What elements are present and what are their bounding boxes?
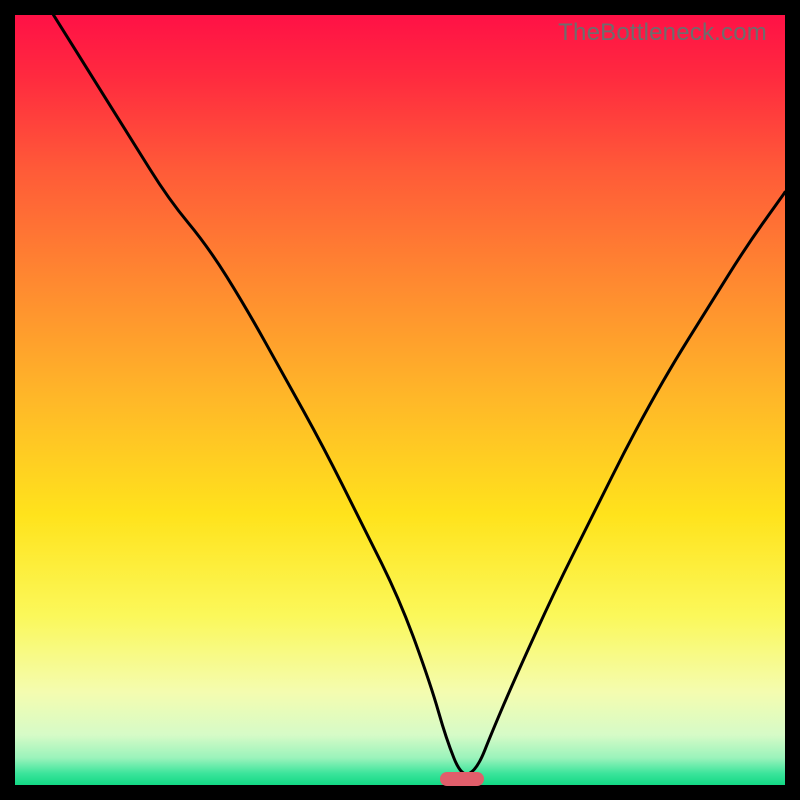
optimal-marker (440, 772, 484, 786)
chart-svg (15, 15, 785, 785)
gradient-background (15, 15, 785, 785)
watermark-text: TheBottleneck.com (558, 19, 767, 47)
chart-frame: TheBottleneck.com (15, 15, 785, 785)
